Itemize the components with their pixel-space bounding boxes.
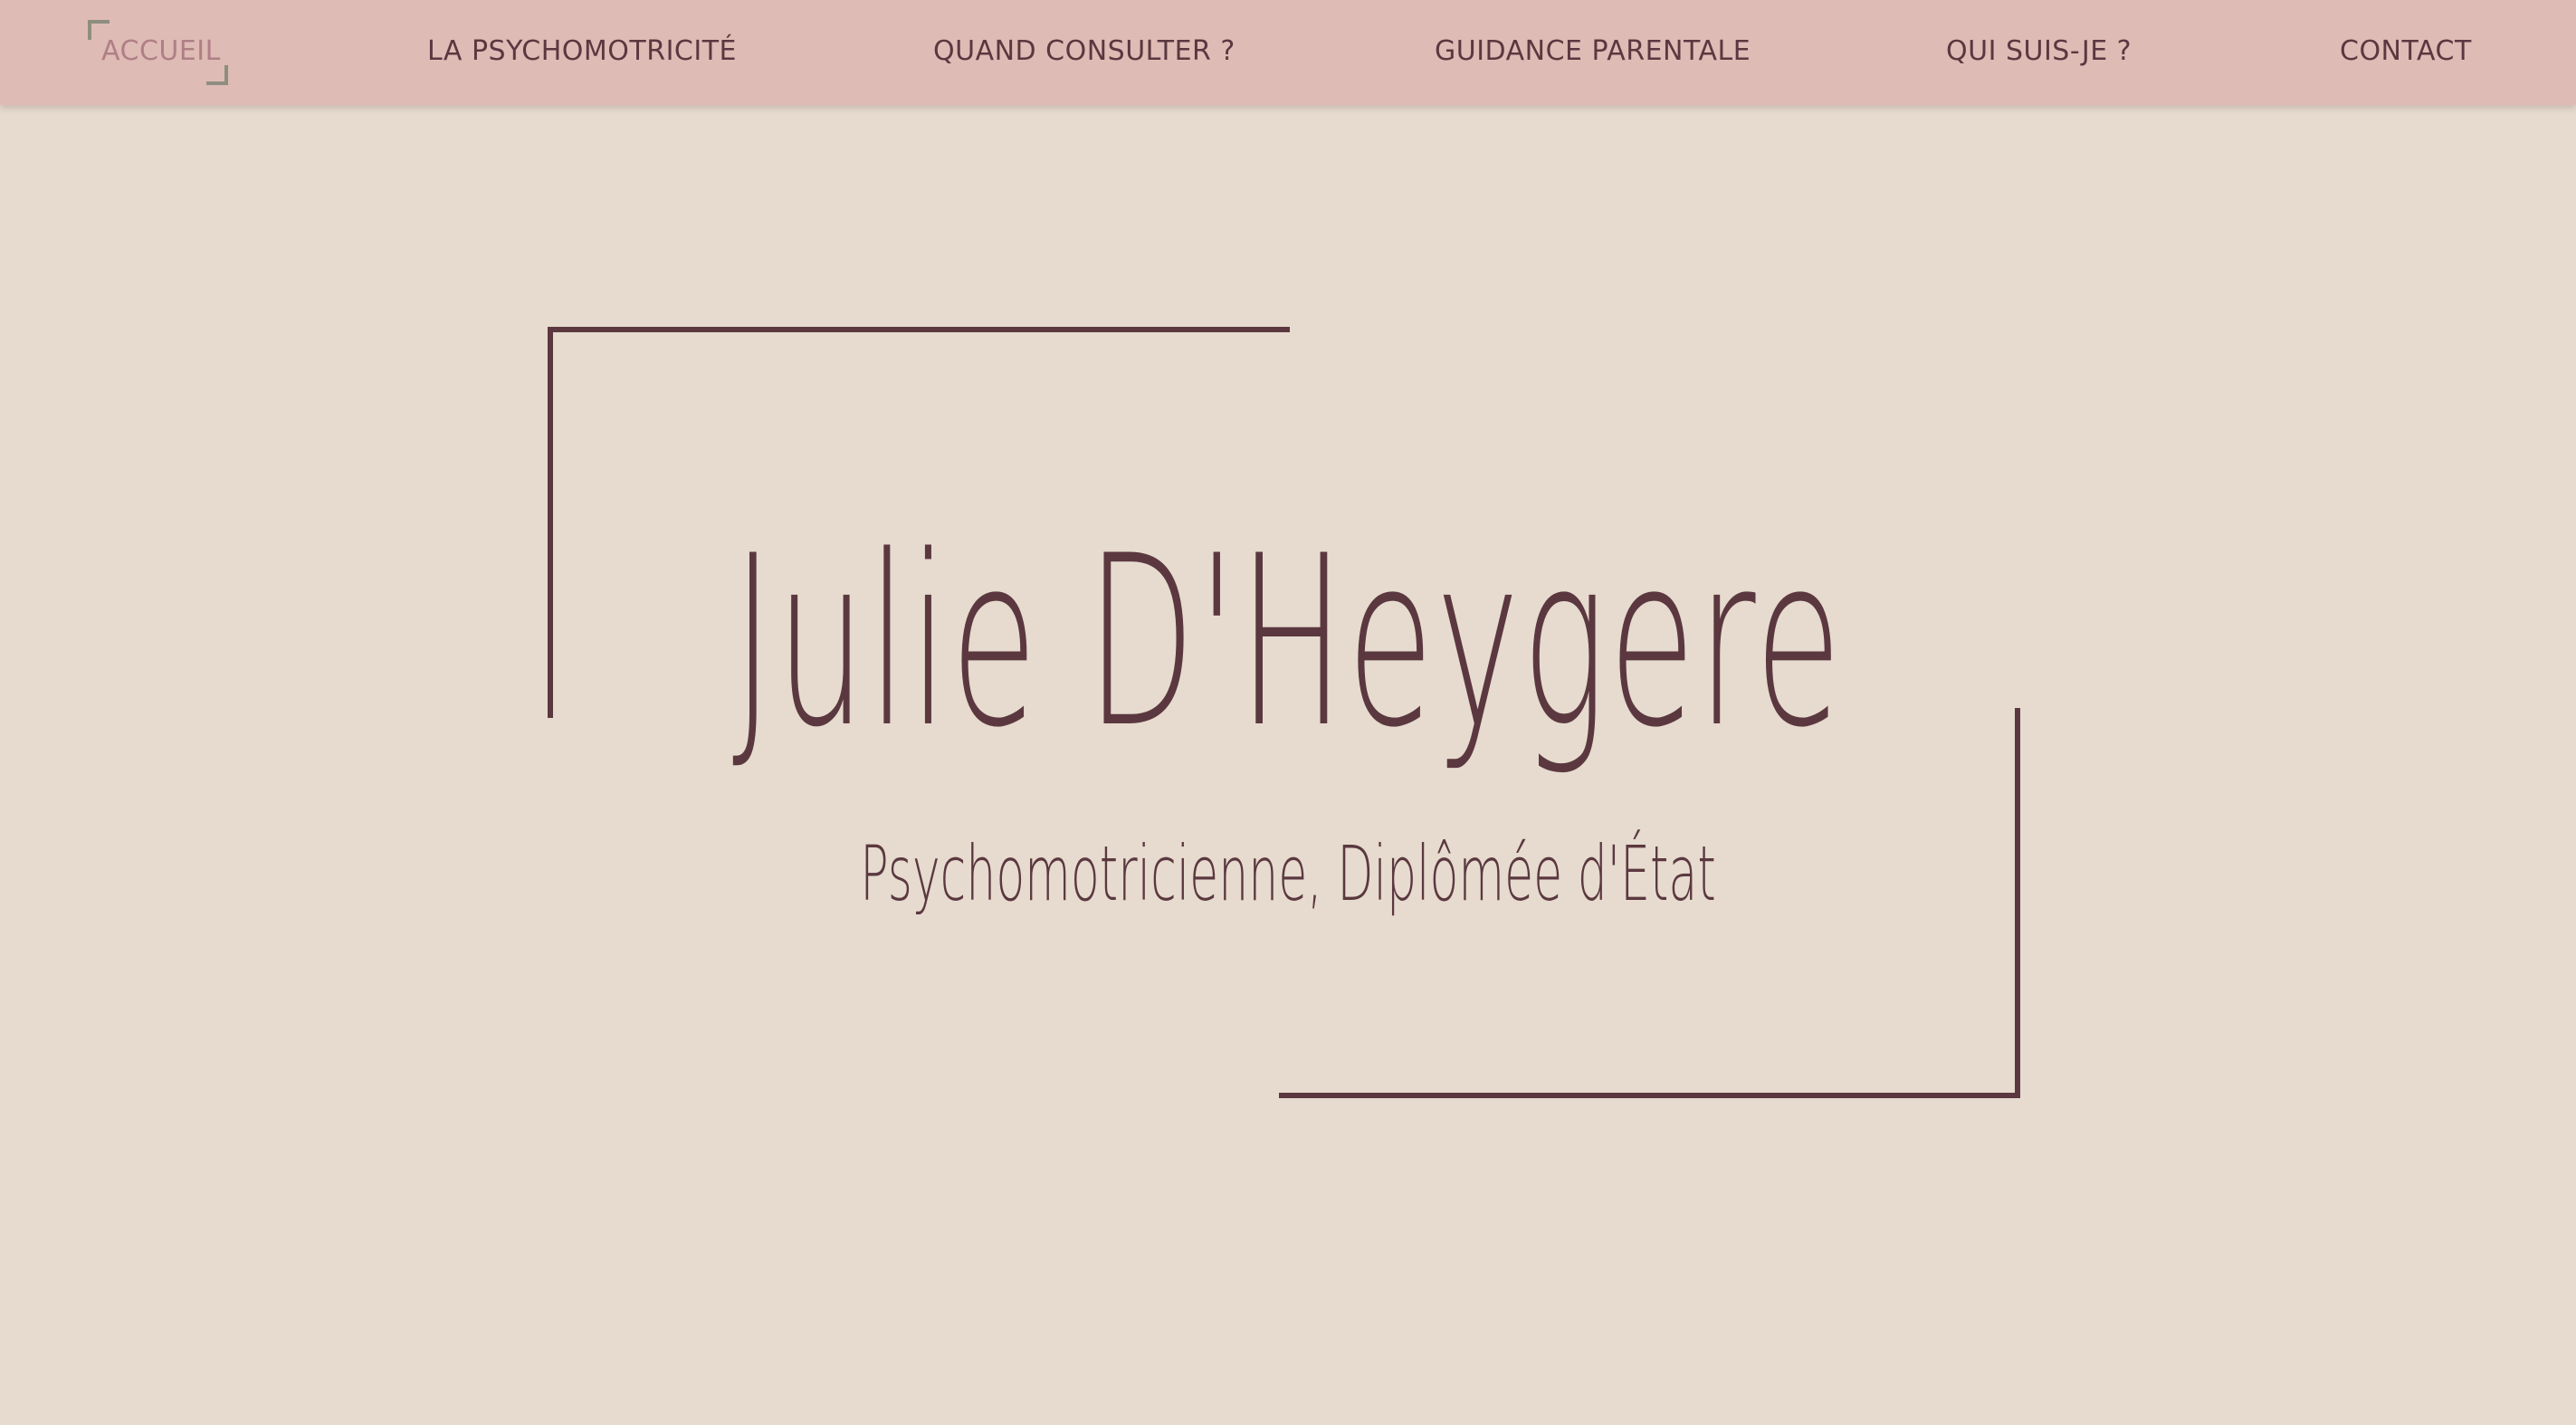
hero-subtitle: Psychomotricienne, Diplômée d'État — [860, 829, 1716, 918]
frame-top-line — [548, 327, 1290, 332]
nav-item-guidance-parentale[interactable]: GUIDANCE PARENTALE — [1435, 0, 1751, 103]
top-navbar: ACCUEIL LA PSYCHOMOTRICITÉ QUAND CONSULT… — [0, 0, 2576, 105]
hero-title: Julie D'Heygere — [731, 506, 1845, 779]
frame-bottom-line — [1279, 1093, 2020, 1098]
page: ACCUEIL LA PSYCHOMOTRICITÉ QUAND CONSULT… — [0, 0, 2576, 1425]
nav-item-qui-suis-je[interactable]: QUI SUIS-JE ? — [1946, 0, 2132, 103]
nav-item-contact[interactable]: CONTACT — [2340, 0, 2472, 103]
nav-item-accueil[interactable]: ACCUEIL — [101, 0, 221, 103]
nav-item-la-psychomotricite[interactable]: LA PSYCHOMOTRICITÉ — [427, 0, 737, 103]
nav-item-quand-consulter[interactable]: QUAND CONSULTER ? — [933, 0, 1236, 103]
